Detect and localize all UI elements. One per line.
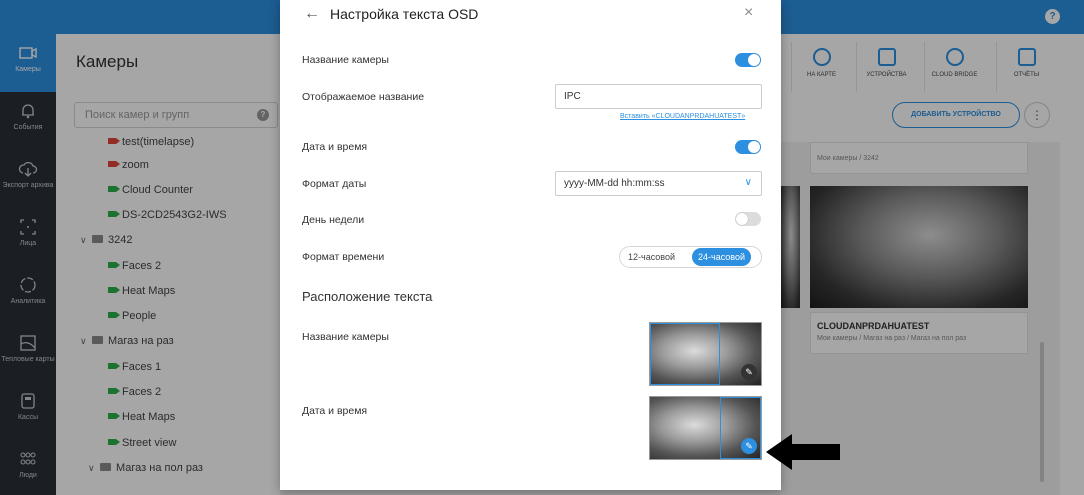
date-format-select[interactable]: yyyy-MM-dd hh:mm:ss ∨ — [555, 171, 762, 196]
time-format-12h[interactable]: 12-часовой — [622, 248, 681, 266]
close-icon[interactable]: × — [744, 4, 753, 22]
insert-name-link[interactable]: Вставить «CLOUDANPRDAHUATEST» — [620, 113, 745, 120]
date-format-value: yyyy-MM-dd hh:mm:ss — [564, 178, 665, 189]
annotation-arrow-icon — [766, 434, 840, 470]
weekday-toggle[interactable] — [735, 212, 761, 226]
time-format-toggle: 12-часовой 24-часовой — [619, 246, 762, 268]
datetime-position-preview[interactable]: ✎ — [649, 396, 762, 460]
edit-pencil-icon[interactable]: ✎ — [741, 438, 757, 454]
time-format-label: Формат времени — [302, 251, 385, 263]
camera-name-position-preview[interactable]: ✎ — [649, 322, 762, 386]
datetime-toggle[interactable] — [735, 140, 761, 154]
chevron-down-icon: ∨ — [744, 177, 752, 188]
weekday-label: День недели — [302, 214, 365, 226]
position-camera-name-label: Название камеры — [302, 331, 389, 343]
datetime-label: Дата и время — [302, 141, 368, 153]
toggle-knob — [736, 213, 748, 225]
position-region-left[interactable] — [650, 323, 720, 385]
position-datetime-label: Дата и время — [302, 405, 368, 417]
edit-pencil-icon[interactable]: ✎ — [741, 364, 757, 380]
camera-name-toggle[interactable] — [735, 53, 761, 67]
display-name-input[interactable]: IPC — [555, 84, 762, 109]
osd-settings-dialog: ← Настройка текста OSD × Название камеры… — [280, 0, 781, 490]
date-format-label: Формат даты — [302, 178, 367, 190]
dialog-title: Настройка текста OSD — [330, 6, 479, 22]
text-position-heading: Расположение текста — [302, 289, 433, 304]
back-arrow-icon[interactable]: ← — [304, 5, 320, 23]
display-name-label: Отображаемое название — [302, 91, 425, 103]
toggle-knob — [748, 54, 760, 66]
time-format-24h[interactable]: 24-часовой — [692, 248, 752, 266]
camera-name-label: Название камеры — [302, 54, 389, 66]
toggle-knob — [748, 141, 760, 153]
